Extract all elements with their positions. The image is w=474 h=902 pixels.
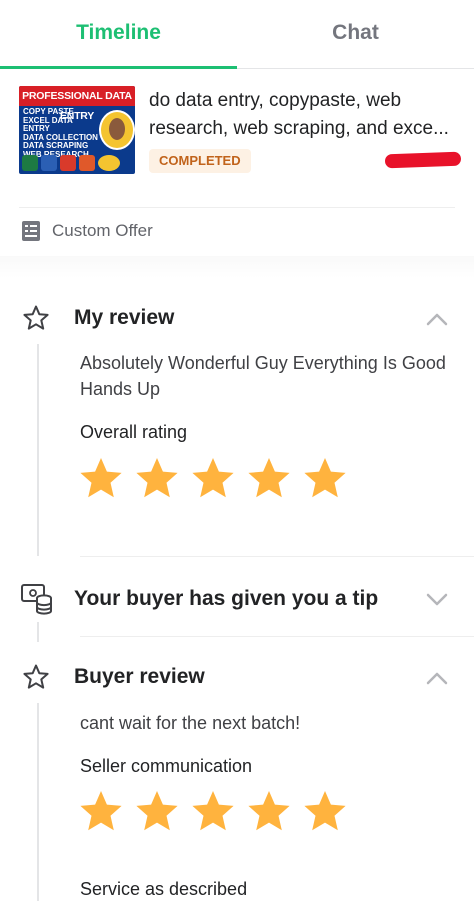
seller-communication-stars	[78, 789, 348, 835]
custom-offer-label: Custom Offer	[52, 221, 153, 240]
seller-photo	[99, 110, 135, 150]
section-gap	[0, 256, 474, 278]
star-icon	[304, 458, 346, 498]
timeline-line	[37, 703, 39, 901]
service-as-described-label: Service as described	[80, 879, 248, 899]
buyer-review-title: Buyer review	[74, 665, 205, 688]
gig-thumbnail[interactable]: PROFESSIONAL DATA ENTRY COPY PASTE EXCEL…	[19, 86, 135, 174]
app-icons	[22, 155, 120, 171]
excel-icon	[22, 155, 38, 171]
chevron-up-icon[interactable]	[426, 671, 448, 685]
overall-rating-label: Overall rating	[80, 422, 188, 442]
star-icon	[136, 458, 178, 498]
tip-title[interactable]: Your buyer has given you a tip	[74, 587, 378, 611]
timeline-line	[37, 622, 39, 642]
thumbnail-lines: COPY PASTE EXCEL DATA ENTRY DATA COLLECT…	[23, 107, 98, 159]
my-review-text: Absolutely Wonderful Guy Everything Is G…	[80, 353, 446, 399]
powerpoint-icon	[79, 155, 95, 171]
tab-bar: Timeline Chat	[0, 0, 474, 69]
tip-money-icon	[21, 584, 52, 615]
star-icon	[248, 791, 290, 831]
thumbnail-banner: PROFESSIONAL DATA ENTRY	[19, 86, 135, 122]
star-icon	[80, 791, 122, 831]
overall-rating-stars	[78, 456, 348, 502]
tab-timeline[interactable]: Timeline	[0, 0, 237, 69]
pdf-icon	[60, 155, 76, 171]
star-icon	[80, 458, 122, 498]
star-outline-icon	[23, 305, 49, 330]
star-icon	[248, 458, 290, 498]
buyer-review-text: cant wait for the next batch!	[80, 713, 301, 733]
timeline-line	[37, 344, 39, 556]
seller-communication-label: Seller communication	[80, 756, 253, 776]
divider	[19, 207, 455, 208]
gig-title[interactable]: do data entry, copypaste, web research, …	[149, 87, 459, 143]
tab-chat[interactable]: Chat	[237, 0, 474, 66]
redacted-price	[384, 151, 462, 169]
custom-offer-icon	[22, 221, 40, 241]
star-icon	[192, 458, 234, 498]
word-icon	[41, 155, 57, 171]
status-badge: COMPLETED	[149, 149, 251, 173]
section-divider	[80, 636, 474, 637]
chevron-down-icon[interactable]	[426, 592, 448, 606]
star-icon	[136, 791, 178, 831]
my-review-title: My review	[74, 306, 175, 329]
section-divider	[80, 556, 474, 557]
twentyfour-seven-icon	[98, 155, 120, 171]
star-icon	[192, 791, 234, 831]
chevron-up-icon[interactable]	[426, 312, 448, 326]
star-outline-icon	[23, 664, 49, 689]
star-icon	[304, 791, 346, 831]
